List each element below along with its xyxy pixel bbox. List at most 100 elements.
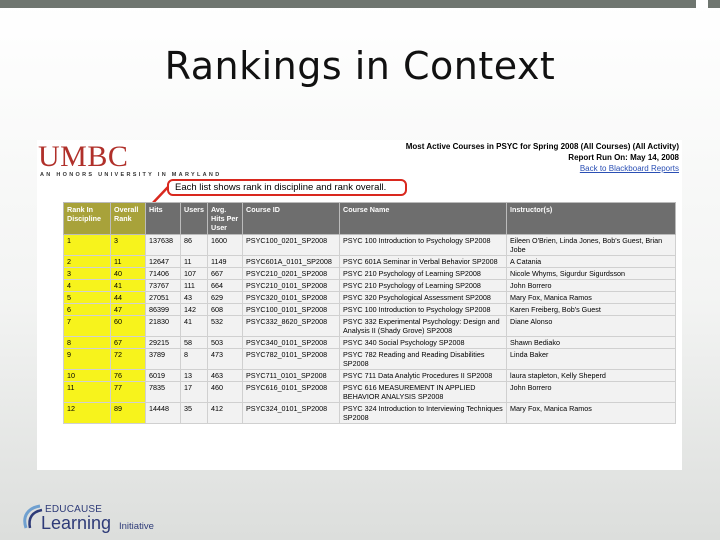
col-hits: Hits xyxy=(145,202,181,235)
col-users: Users xyxy=(180,202,208,235)
hits-cell: 7835 xyxy=(145,381,181,403)
rank-in-discipline-cell: 2 xyxy=(63,255,111,268)
report-title: Most Active Courses in PSYC for Spring 2… xyxy=(405,142,679,151)
users-cell: 86 xyxy=(180,234,208,256)
report-run-date: Report Run On: May 14, 2008 xyxy=(568,153,679,162)
table-row: 7 60 21830 41 532 PSYC332_8620_SP2008 PSYC 332… xyxy=(63,315,676,337)
users-cell: 111 xyxy=(180,279,208,292)
course-id-cell: PSYC340_0101_SP2008 xyxy=(242,336,340,349)
overall-rank-cell: 47 xyxy=(110,303,146,316)
avg-hits-cell: 463 xyxy=(207,369,243,382)
rank-in-discipline-cell: 1 xyxy=(63,234,111,256)
course-name-cell: PSYC 616 MEASUREMENT IN APPLIED BEHAVIOR… xyxy=(339,381,507,403)
callout-box: Each list shows rank in discipline and r… xyxy=(167,179,407,196)
overall-rank-cell: 40 xyxy=(110,267,146,280)
col-avg-hits: Avg. Hits Per User xyxy=(207,202,243,235)
course-name-cell: PSYC 340 Social Psychology SP2008 xyxy=(339,336,507,349)
instructors-cell: Mary Fox, Manica Ramos xyxy=(506,291,676,304)
table-row: 10 76 6019 13 463 PSYC711_0101_SP2008 PSYC 711… xyxy=(63,369,676,382)
hits-cell: 137638 xyxy=(145,234,181,256)
course-name-cell: PSYC 320 Psychological Assessment SP2008 xyxy=(339,291,507,304)
top-bar xyxy=(0,0,720,8)
avg-hits-cell: 629 xyxy=(207,291,243,304)
table-header-row: Rank In Discipline Overall Rank Hits Use… xyxy=(63,202,676,235)
course-id-cell: PSYC210_0201_SP2008 xyxy=(242,267,340,280)
avg-hits-cell: 1149 xyxy=(207,255,243,268)
course-name-cell: PSYC 324 Introduction to Interviewing Te… xyxy=(339,402,507,424)
learning-wordmark: Learning xyxy=(41,513,112,533)
col-instructors: Instructor(s) xyxy=(506,202,676,235)
overall-rank-cell: 11 xyxy=(110,255,146,268)
hits-cell: 71406 xyxy=(145,267,181,280)
table-row: 3 40 71406 107 667 PSYC210_0201_SP2008 PSYC 21… xyxy=(63,267,676,280)
table-row: 12 89 14448 35 412 PSYC324_0101_SP2008 PSYC 32… xyxy=(63,402,676,424)
instructors-cell: Diane Alonso xyxy=(506,315,676,337)
users-cell: 13 xyxy=(180,369,208,382)
top-bar-accent xyxy=(696,0,708,8)
course-id-cell: PSYC601A_0101_SP2008 xyxy=(242,255,340,268)
table-row: 6 47 86399 142 608 PSYC100_0101_SP2008 PSYC 10… xyxy=(63,303,676,316)
course-id-cell: PSYC320_0101_SP2008 xyxy=(242,291,340,304)
hits-cell: 14448 xyxy=(145,402,181,424)
users-cell: 11 xyxy=(180,255,208,268)
rank-in-discipline-cell: 7 xyxy=(63,315,111,337)
overall-rank-cell: 67 xyxy=(110,336,146,349)
rank-in-discipline-cell: 6 xyxy=(63,303,111,316)
avg-hits-cell: 1600 xyxy=(207,234,243,256)
rank-in-discipline-cell: 8 xyxy=(63,336,111,349)
instructors-cell: Mary Fox, Manica Ramos xyxy=(506,402,676,424)
overall-rank-cell: 77 xyxy=(110,381,146,403)
col-course-id: Course ID xyxy=(242,202,340,235)
back-to-reports-link[interactable]: Back to Blackboard Reports xyxy=(406,163,679,174)
table-row: 4 41 73767 111 664 PSYC210_0101_SP2008 PSYC 21… xyxy=(63,279,676,292)
users-cell: 142 xyxy=(180,303,208,316)
slide-title: Rankings in Context xyxy=(164,44,556,88)
users-cell: 8 xyxy=(180,348,208,370)
course-name-cell: PSYC 711 Data Analytic Procedures II SP2… xyxy=(339,369,507,382)
course-id-cell: PSYC100_0201_SP2008 xyxy=(242,234,340,256)
overall-rank-cell: 41 xyxy=(110,279,146,292)
hits-cell: 86399 xyxy=(145,303,181,316)
rank-in-discipline-cell: 9 xyxy=(63,348,111,370)
hits-cell: 21830 xyxy=(145,315,181,337)
overall-rank-cell: 60 xyxy=(110,315,146,337)
course-name-cell: PSYC 100 Introduction to Psychology SP20… xyxy=(339,303,507,316)
users-cell: 107 xyxy=(180,267,208,280)
avg-hits-cell: 412 xyxy=(207,402,243,424)
overall-rank-cell: 72 xyxy=(110,348,146,370)
col-rank-in-discipline: Rank In Discipline xyxy=(63,202,111,235)
hits-cell: 12647 xyxy=(145,255,181,268)
users-cell: 17 xyxy=(180,381,208,403)
hits-cell: 29215 xyxy=(145,336,181,349)
rank-in-discipline-cell: 5 xyxy=(63,291,111,304)
rank-in-discipline-cell: 10 xyxy=(63,369,111,382)
table-row: 11 77 7835 17 460 PSYC616_0101_SP2008 PSYC 616… xyxy=(63,381,676,403)
hits-cell: 3789 xyxy=(145,348,181,370)
overall-rank-cell: 89 xyxy=(110,402,146,424)
users-cell: 35 xyxy=(180,402,208,424)
table-row: 9 72 3789 8 473 PSYC782_0101_SP2008 PSYC 782 R… xyxy=(63,348,676,370)
instructors-cell: Eileen O'Brien, Linda Jones, Bob's Guest… xyxy=(506,234,676,256)
avg-hits-cell: 503 xyxy=(207,336,243,349)
users-cell: 43 xyxy=(180,291,208,304)
instructors-cell: Shawn Bediako xyxy=(506,336,676,349)
avg-hits-cell: 667 xyxy=(207,267,243,280)
instructors-cell: John Borrero xyxy=(506,279,676,292)
users-cell: 58 xyxy=(180,336,208,349)
hits-cell: 73767 xyxy=(145,279,181,292)
course-id-cell: PSYC782_0101_SP2008 xyxy=(242,348,340,370)
course-name-cell: PSYC 332 Experimental Psychology: Design… xyxy=(339,315,507,337)
table-row: 2 11 12647 11 1149 PSYC601A_0101_SP2008 PSYC 6… xyxy=(63,255,676,268)
educause-eli-logo: EDUCAUSE Learning Initiative xyxy=(20,502,170,534)
hits-cell: 6019 xyxy=(145,369,181,382)
rank-in-discipline-cell: 12 xyxy=(63,402,111,424)
course-id-cell: PSYC616_0101_SP2008 xyxy=(242,381,340,403)
hits-cell: 27051 xyxy=(145,291,181,304)
avg-hits-cell: 473 xyxy=(207,348,243,370)
report-screenshot: UMBC AN HONORS UNIVERSITY IN MARYLAND Mo… xyxy=(37,140,682,470)
course-id-cell: PSYC324_0101_SP2008 xyxy=(242,402,340,424)
overall-rank-cell: 3 xyxy=(110,234,146,256)
initiative-wordmark: Initiative xyxy=(119,521,154,532)
course-name-cell: PSYC 210 Psychology of Learning SP2008 xyxy=(339,279,507,292)
avg-hits-cell: 460 xyxy=(207,381,243,403)
